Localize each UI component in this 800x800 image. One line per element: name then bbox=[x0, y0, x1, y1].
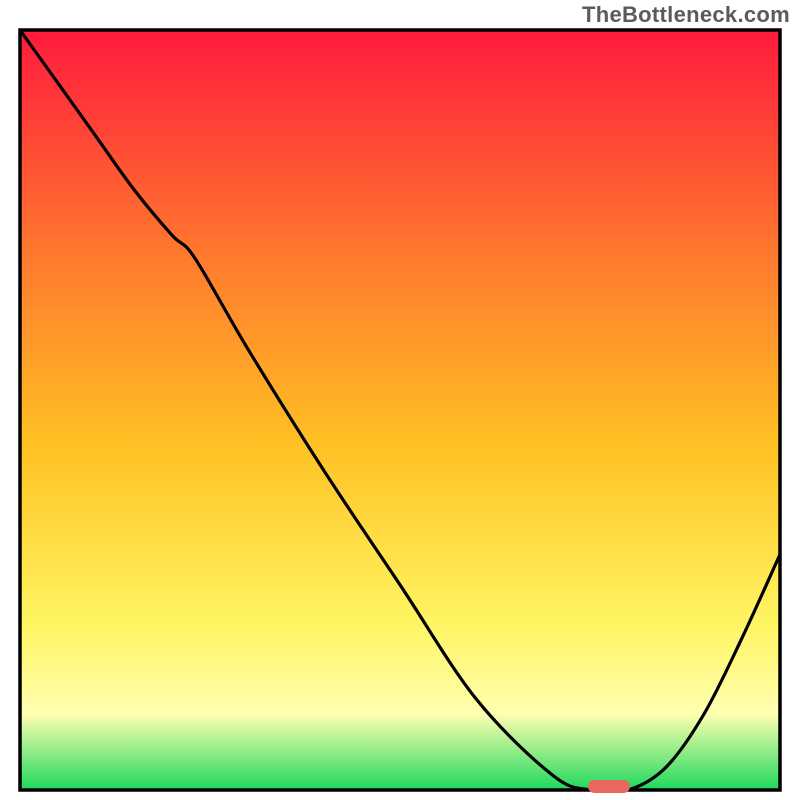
bottleneck-chart bbox=[0, 0, 800, 800]
gradient-background bbox=[20, 30, 780, 790]
chart-stage: TheBottleneck.com bbox=[0, 0, 800, 800]
optimum-marker bbox=[588, 780, 630, 793]
